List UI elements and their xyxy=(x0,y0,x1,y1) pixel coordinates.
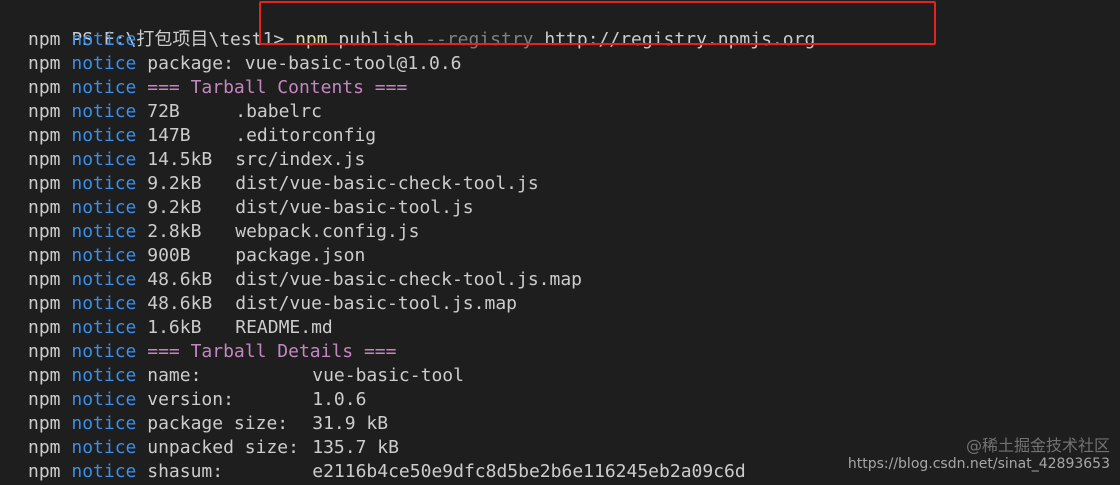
npm-label: npm xyxy=(28,149,61,170)
notice-label: notice xyxy=(71,437,137,458)
file-size: 1.6kB xyxy=(147,317,202,338)
notice-label: notice xyxy=(71,125,137,146)
output-line: npm notice 2.8kB webpack.config.js xyxy=(28,220,419,244)
output-text: package: vue-basic-tool@1.0.6 xyxy=(147,53,462,74)
npm-label: npm xyxy=(28,101,61,122)
output-line: npm notice 900B package.json xyxy=(28,244,365,268)
watermark-csdn: https://blog.csdn.net/sinat_42893653 xyxy=(847,456,1110,472)
file-name: src/index.js xyxy=(235,149,366,170)
output-line: npm notice 147B .editorconfig xyxy=(28,124,376,148)
file-size: 48.6kB xyxy=(147,269,213,290)
npm-label: npm xyxy=(28,53,61,74)
file-name: dist/vue-basic-tool.js.map xyxy=(235,293,517,314)
file-size: 147B xyxy=(147,125,191,146)
detail-value: 135.7 kB xyxy=(312,437,399,458)
file-size: 14.5kB xyxy=(147,149,213,170)
section-header: === Tarball Details === xyxy=(147,341,397,362)
npm-label: npm xyxy=(28,317,61,338)
npm-label: npm xyxy=(28,125,61,146)
output-line: npm notice 72B .babelrc xyxy=(28,100,322,124)
detail-key: shasum: xyxy=(147,461,224,482)
notice-label: notice xyxy=(71,101,137,122)
file-name: .babelrc xyxy=(235,101,322,122)
npm-label: npm xyxy=(28,461,61,482)
npm-label: npm xyxy=(28,173,61,194)
file-size: 72B xyxy=(147,101,180,122)
notice-label: notice xyxy=(71,269,137,290)
output-line: npm notice name: vue-basic-tool xyxy=(28,364,464,388)
file-name: .editorconfig xyxy=(235,125,377,146)
file-size: 2.8kB xyxy=(147,221,202,242)
output-line: npm notice unpacked size: 135.7 kB xyxy=(28,436,399,460)
watermark: @稀土掘金技术社区 https://blog.csdn.net/sinat_42… xyxy=(848,437,1110,473)
notice-label: notice xyxy=(71,29,137,50)
output-line: npm notice shasum: e2116b4ce50e9dfc8d5be2… xyxy=(28,460,746,484)
output-line: npm notice xyxy=(28,28,147,52)
file-name: dist/vue-basic-check-tool.js xyxy=(235,173,539,194)
output-line: npm notice 9.2kB dist/vue-basic-check-too… xyxy=(28,172,539,196)
output-line: npm notice package: vue-basic-tool@1.0.6 xyxy=(28,52,462,76)
npm-label: npm xyxy=(28,29,61,50)
output-line: npm notice version: 1.0.6 xyxy=(28,388,366,412)
detail-value: 1.0.6 xyxy=(312,389,367,410)
file-name: dist/vue-basic-tool.js xyxy=(235,197,474,218)
notice-label: notice xyxy=(71,197,137,218)
output-line: npm notice 48.6kB dist/vue-basic-tool.js.… xyxy=(28,292,517,316)
output-line: npm notice === Tarball Contents === xyxy=(28,76,407,100)
output-line: npm notice === Tarball Details === xyxy=(28,340,396,364)
npm-label: npm xyxy=(28,365,61,386)
notice-label: notice xyxy=(71,221,137,242)
command-highlight-box xyxy=(259,1,936,45)
notice-label: notice xyxy=(71,413,137,434)
detail-key: name: xyxy=(147,365,202,386)
file-name: package.json xyxy=(235,245,366,266)
npm-label: npm xyxy=(28,293,61,314)
notice-label: notice xyxy=(71,389,137,410)
output-line: npm notice package size: 31.9 kB xyxy=(28,412,388,436)
notice-label: notice xyxy=(71,77,137,98)
detail-value: e2116b4ce50e9dfc8d5be2b6e116245eb2a09c6d xyxy=(312,461,746,482)
output-line: npm notice 9.2kB dist/vue-basic-tool.js xyxy=(28,196,474,220)
notice-label: notice xyxy=(71,365,137,386)
npm-label: npm xyxy=(28,413,61,434)
output-line: npm notice 14.5kB src/index.js xyxy=(28,148,365,172)
npm-label: npm xyxy=(28,77,61,98)
file-name: webpack.config.js xyxy=(235,221,420,242)
detail-value: vue-basic-tool xyxy=(312,365,464,386)
file-size: 900B xyxy=(147,245,191,266)
output-line: npm notice 48.6kB dist/vue-basic-check-to… xyxy=(28,268,582,292)
notice-label: notice xyxy=(71,341,137,362)
notice-label: notice xyxy=(71,245,137,266)
output-line: npm notice 1.6kB README.md xyxy=(28,316,333,340)
file-name: dist/vue-basic-check-tool.js.map xyxy=(235,269,583,290)
npm-label: npm xyxy=(28,197,61,218)
npm-label: npm xyxy=(28,389,61,410)
section-header: === Tarball Contents === xyxy=(147,77,408,98)
detail-key: version: xyxy=(147,389,234,410)
terminal-window[interactable]: PS E:\打包项目\test1> npm publish --registry… xyxy=(0,0,1120,485)
notice-label: notice xyxy=(71,149,137,170)
file-size: 48.6kB xyxy=(147,293,213,314)
notice-label: notice xyxy=(71,461,137,482)
detail-key: unpacked size: xyxy=(147,437,299,458)
npm-label: npm xyxy=(28,437,61,458)
notice-label: notice xyxy=(71,317,137,338)
notice-label: notice xyxy=(71,53,137,74)
npm-label: npm xyxy=(28,245,61,266)
npm-label: npm xyxy=(28,221,61,242)
notice-label: notice xyxy=(71,173,137,194)
file-size: 9.2kB xyxy=(147,197,202,218)
detail-value: 31.9 kB xyxy=(312,413,389,434)
file-name: README.md xyxy=(235,317,333,338)
file-size: 9.2kB xyxy=(147,173,202,194)
detail-key: package size: xyxy=(147,413,289,434)
watermark-juejin: @稀土掘金技术社区 xyxy=(965,436,1110,455)
notice-label: notice xyxy=(71,293,137,314)
npm-label: npm xyxy=(28,341,61,362)
npm-label: npm xyxy=(28,269,61,290)
